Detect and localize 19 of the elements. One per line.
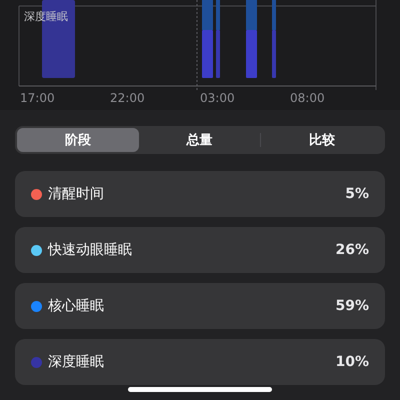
- stage-row[interactable]: 清醒时间 5%: [15, 171, 385, 217]
- tab[interactable]: 比较: [261, 128, 384, 152]
- tab[interactable]: 阶段: [17, 128, 139, 152]
- stage-row[interactable]: 深度睡眠 10%: [15, 339, 385, 385]
- stage-percent: 26%: [335, 242, 369, 258]
- stage-name: 核心睡眠: [48, 297, 105, 315]
- stage-name: 清醒时间: [48, 185, 105, 203]
- axis-label: 22:00: [110, 91, 146, 105]
- stage-name: 快速动眼睡眠: [48, 241, 133, 259]
- axis-label: 17:00: [20, 91, 56, 105]
- stage-percent: 59%: [335, 298, 369, 314]
- stage-name: 深度睡眠: [48, 353, 105, 371]
- stage-percent: 10%: [335, 354, 369, 370]
- stage-percent: 5%: [345, 186, 369, 202]
- axis-label: 08:00: [290, 91, 326, 105]
- stage-row[interactable]: 核心睡眠 59%: [15, 283, 385, 329]
- stage-row[interactable]: 快速动眼睡眠 26%: [15, 227, 385, 273]
- tab[interactable]: 总量: [138, 128, 260, 152]
- axis-label: 03:00: [200, 91, 236, 105]
